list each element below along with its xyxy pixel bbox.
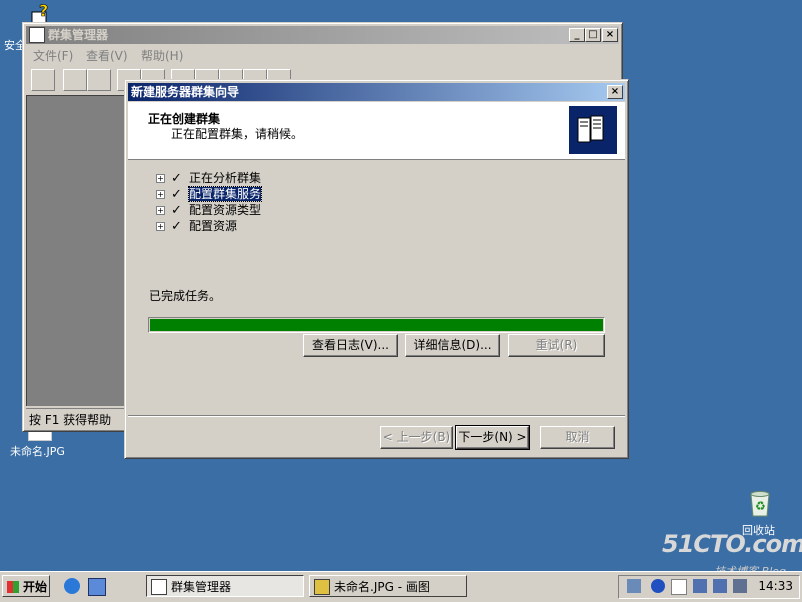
system-tray: 14:33 [618, 575, 800, 599]
nav-up-icon[interactable] [63, 69, 87, 91]
task-label: 正在分析群集 [189, 171, 262, 185]
tray-display-icon[interactable] [693, 579, 707, 593]
taskbar-item-cluster[interactable]: 群集管理器 [146, 575, 304, 597]
new-cluster-wizard[interactable]: 新建服务器群集向导 × 正在创建群集 正在配置群集，请稍候。 + ✓ 正在分析群集 … [124, 79, 629, 459]
retry-button[interactable]: 重试(R) [508, 334, 605, 357]
wizard-close-button[interactable]: × [607, 85, 623, 99]
tray-volume-icon[interactable] [733, 579, 747, 593]
clock: 14:33 [758, 579, 793, 593]
tray-help-icon[interactable] [651, 579, 665, 593]
tray-monitor-icon[interactable] [713, 579, 727, 593]
cluster-app-icon [29, 27, 45, 43]
start-label: 开始 [23, 580, 48, 594]
wizard-divider [128, 415, 625, 417]
status-bar: 按 F1 获得帮助 [26, 408, 126, 427]
menu-view[interactable]: 查看(V) [86, 47, 128, 64]
cluster-tool-icon[interactable] [31, 69, 55, 91]
taskbar: 开始 群集管理器 未命名.JPG - 画图 14:33 [0, 571, 802, 602]
menu-file[interactable]: 文件(F) [33, 47, 73, 64]
watermark: 51CTO.com 技术博客 Blog [662, 530, 802, 578]
checkmark-icon: ✓ [171, 203, 182, 218]
task-row[interactable]: + ✓ 配置资源 [156, 218, 237, 234]
progress-fill [150, 319, 603, 331]
next-button[interactable]: 下一步(N) > [455, 425, 530, 450]
quick-launch [60, 577, 110, 596]
expand-icon[interactable]: + [156, 190, 165, 199]
server-cluster-icon [569, 106, 617, 154]
menu-bar: 文件(F) 查看(V) 帮助(H) [31, 47, 331, 65]
cancel-button[interactable]: 取消 [540, 426, 615, 449]
wizard-titlebar[interactable]: 新建服务器群集向导 × [128, 83, 625, 101]
details-button[interactable]: 详细信息(D)... [405, 334, 500, 357]
status-text: 按 F1 获得帮助 [29, 413, 112, 427]
task-row[interactable]: + ✓ 配置群集服务 [156, 186, 263, 202]
svg-text:?: ? [39, 4, 48, 20]
progress-bar [148, 317, 605, 333]
expand-icon[interactable]: + [156, 174, 165, 183]
svg-text:♻: ♻ [755, 499, 766, 513]
tray-cursor-icon[interactable] [671, 579, 687, 595]
checkmark-icon: ✓ [171, 219, 182, 234]
start-button[interactable]: 开始 [2, 575, 50, 597]
desktop-icon-label-image[interactable]: 未命名.JPG [10, 443, 65, 459]
wizard-header-subtitle: 正在配置群集，请稍候。 [171, 127, 304, 141]
desktop-show-icon[interactable] [88, 578, 106, 596]
task-row[interactable]: + ✓ 正在分析群集 [156, 170, 261, 186]
triangle-icon[interactable] [87, 69, 111, 91]
tree-pane[interactable] [26, 95, 127, 406]
view-log-button[interactable]: 查看日志(V)... [303, 334, 398, 357]
checkmark-icon: ✓ [171, 171, 182, 186]
task-label: 配置资源类型 [189, 203, 262, 217]
minimize-button[interactable]: _ [569, 28, 585, 42]
back-button[interactable]: < 上一步(B) [380, 426, 453, 449]
expand-icon[interactable]: + [156, 222, 165, 231]
task-row[interactable]: + ✓ 配置资源类型 [156, 202, 261, 218]
completion-status: 已完成任务。 [149, 289, 222, 303]
task-label: 配置资源 [189, 219, 238, 233]
cluster-manager-titlebar[interactable]: 群集管理器 _ □ × [26, 26, 619, 44]
windows-logo-icon [7, 581, 19, 593]
taskbar-item-paint[interactable]: 未命名.JPG - 画图 [309, 575, 467, 597]
task-label-selected: 配置群集服务 [187, 186, 263, 202]
cluster-window-title: 群集管理器 [48, 28, 109, 42]
wizard-title: 新建服务器群集向导 [131, 85, 240, 99]
cluster-app-icon [151, 579, 167, 595]
menu-help[interactable]: 帮助(H) [141, 47, 183, 64]
paint-icon [314, 579, 330, 595]
watermark-brand: 51CTO.com [662, 530, 802, 558]
task-tree[interactable]: + ✓ 正在分析群集 + ✓ 配置群集服务 + ✓ 配置资源类型 + ✓ 配置资源 [156, 170, 456, 240]
taskbar-item-label: 未命名.JPG - 画图 [334, 580, 430, 594]
ie-icon[interactable] [64, 578, 80, 594]
expand-icon[interactable]: + [156, 206, 165, 215]
close-button[interactable]: × [602, 28, 618, 42]
checkmark-icon: ✓ [171, 187, 182, 202]
maximize-button[interactable]: □ [585, 28, 601, 42]
recycle-bin-icon[interactable]: ♻ [746, 488, 774, 518]
taskbar-item-label: 群集管理器 [171, 580, 232, 594]
tray-network-icon[interactable] [627, 579, 641, 593]
wizard-header: 正在创建群集 正在配置群集，请稍候。 [128, 102, 625, 160]
